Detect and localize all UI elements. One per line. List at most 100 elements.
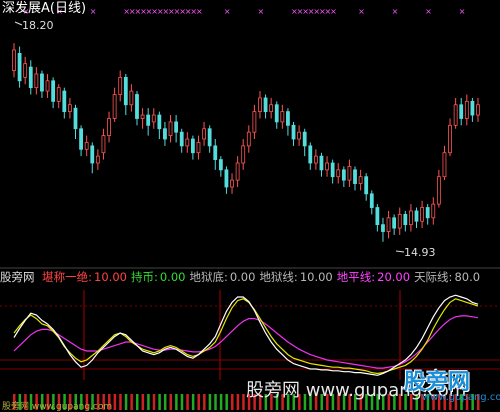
candle-body	[62, 90, 67, 113]
candle-body	[230, 179, 234, 188]
candle-body	[336, 169, 341, 178]
indicator-bar	[163, 394, 167, 410]
indicator-bar	[219, 394, 223, 410]
signal-markers: × × × ×××××××××××××× × × ×××××××× × × × ×	[23, 7, 466, 16]
candle-body	[453, 104, 458, 126]
indicator-bar	[231, 394, 234, 410]
indicator-bar	[158, 394, 161, 410]
candle-body	[241, 145, 246, 164]
candle-body	[274, 104, 279, 123]
candle-body	[235, 162, 240, 181]
price-high-label: 18.20	[22, 19, 54, 32]
low-arrow	[395, 250, 405, 253]
candle-body	[347, 166, 352, 181]
candle-body	[196, 142, 201, 154]
indicator-value: 10.00	[299, 270, 333, 284]
signal-marker: ×	[330, 7, 337, 16]
candle-body	[269, 104, 274, 113]
candle-body	[118, 76, 123, 95]
candle-body	[369, 193, 374, 208]
indicator-bar	[242, 394, 245, 410]
indicator-item: 堪称一绝: 10.00	[42, 270, 127, 284]
candle-body	[224, 169, 229, 188]
candle-body	[280, 111, 285, 123]
indicator-value: 80.0	[454, 270, 481, 284]
indicator-bar	[214, 394, 217, 410]
candle-body	[291, 124, 296, 140]
candle-body	[325, 162, 329, 171]
indicator-bar	[175, 394, 178, 410]
indicator-bar	[135, 394, 139, 410]
indicator-bar	[186, 394, 189, 410]
candle-body	[414, 210, 419, 222]
signal-marker: ×	[392, 7, 399, 16]
indicator-value: 0.00	[229, 270, 256, 284]
signal-marker: ×	[257, 7, 264, 16]
indicator-item: 地狱线: 10.00	[259, 270, 333, 284]
candle-body	[40, 73, 44, 92]
candle-body	[112, 94, 117, 119]
candle-body	[140, 114, 145, 119]
candle-body	[34, 73, 39, 89]
indicator-bar	[113, 394, 117, 410]
candle-body	[213, 145, 218, 160]
candle-body	[464, 100, 469, 119]
candle-body	[313, 155, 318, 164]
candle-body	[123, 76, 128, 106]
candle-body	[397, 213, 402, 229]
candle-body	[258, 97, 262, 113]
indicator-bar	[147, 394, 150, 410]
candle-body	[179, 131, 184, 147]
candle-body	[45, 80, 50, 92]
candle-body	[90, 145, 95, 164]
candle-body	[319, 155, 324, 171]
indicator-item: 天际线: 80.0	[414, 270, 481, 284]
indicator-bar	[180, 394, 184, 410]
signal-marker: ×	[358, 7, 365, 16]
signal-marker: ×	[425, 7, 432, 16]
indicator-name: 股旁网	[0, 270, 35, 284]
candle-body	[375, 207, 380, 226]
indicator-bar	[119, 394, 122, 410]
indicator-bar	[197, 394, 200, 410]
candle-body	[163, 128, 167, 140]
candle-body	[207, 128, 212, 147]
logo-url: www.gupang.com	[422, 392, 500, 403]
candle-body	[79, 128, 83, 150]
candle-body	[392, 217, 397, 229]
candle-body	[107, 118, 111, 137]
candle-body	[246, 131, 251, 147]
candle-body	[28, 66, 33, 89]
signal-marker: ×	[459, 7, 466, 16]
candle-body	[23, 63, 28, 78]
signal-marker: ×	[90, 7, 97, 16]
indicator-item: 持币: 0.00	[130, 270, 186, 284]
indicator-value: 10.00	[94, 270, 127, 284]
candle-body	[263, 97, 268, 113]
candle-body	[470, 100, 475, 116]
candle-body	[364, 176, 369, 195]
indicator-bar	[141, 394, 145, 410]
candle-body	[190, 138, 195, 154]
indicator-item: 地平线: 20.00	[336, 270, 411, 284]
candle-body	[353, 169, 357, 184]
candle-body	[185, 138, 190, 147]
indicator-bar	[225, 394, 228, 410]
indicator-bar	[236, 394, 240, 410]
high-arrow	[14, 21, 23, 26]
candle-body	[403, 213, 408, 226]
candle-body	[101, 135, 106, 154]
candle-body	[302, 131, 307, 147]
candle-body	[308, 145, 313, 164]
candle-body	[459, 104, 464, 119]
indicator-bar	[130, 394, 133, 410]
candle-body	[68, 104, 72, 113]
signal-marker: ×	[196, 7, 203, 16]
chart-title: 深发展A(日线)	[2, 1, 87, 16]
indicator-bar	[203, 394, 206, 410]
candle-body	[409, 210, 413, 226]
candle-body	[202, 128, 206, 140]
indicator-bar	[152, 394, 156, 410]
candle-body	[146, 114, 151, 126]
candle-body	[56, 87, 61, 102]
